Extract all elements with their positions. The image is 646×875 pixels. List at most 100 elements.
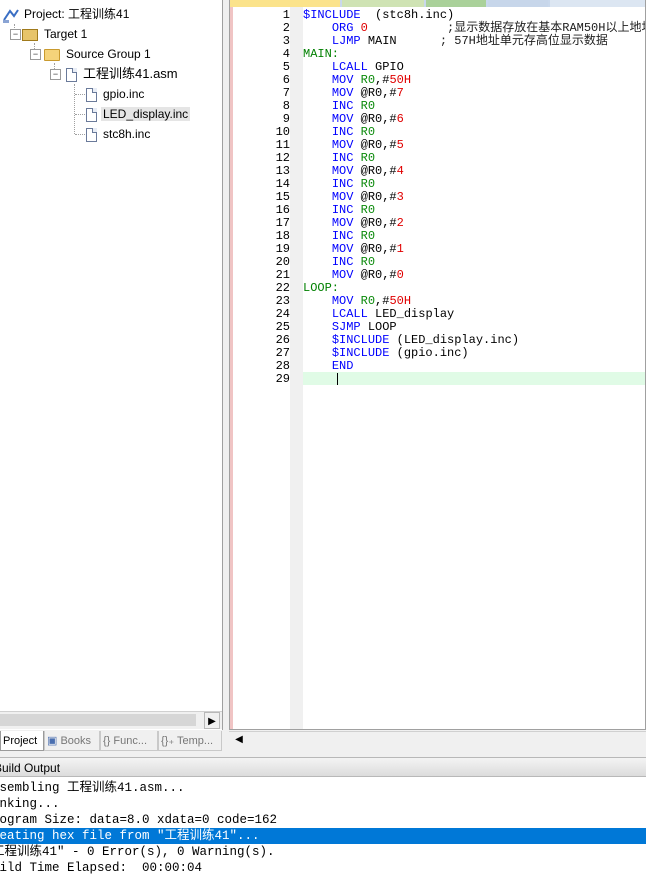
code-number: 7 [396,86,404,100]
code-keyword: MOV [331,164,354,178]
editor-tab[interactable] [342,0,424,7]
code-keyword: MOV [331,190,354,204]
code-keyword: SJMP [331,320,361,334]
editor-tab[interactable] [230,0,340,7]
code-text: (stc8h.inc) [360,8,455,22]
editor-tab[interactable] [426,0,486,7]
tab-project[interactable]: Project [0,731,44,751]
tree-file-node[interactable]: 工程训练41.asm [66,64,180,84]
editor-file-tabs [230,0,645,7]
tree-include-gpio[interactable]: gpio.inc [86,84,146,104]
tree-include-led-display[interactable]: LED_display.inc [86,104,191,124]
editor-tab[interactable] [488,0,548,7]
scrollbar-thumb[interactable] [0,714,196,726]
line-number: 5 [282,60,290,74]
tab-project-label: Project [3,735,38,747]
code-editor[interactable]: 1 2 3 4 5 6 7 8 9 10 11 12 13 14 15 16 17 18 19 20 21 22 23 24 2… [229,0,646,730]
code-text: @R0,# [353,86,397,100]
code-keyword: MOV [331,73,354,87]
tree-target-node[interactable]: Target 1 [22,24,89,44]
tree-project-node[interactable]: Project: 工程训练41 [2,4,131,24]
code-text: R0 [360,177,376,191]
code-comment: ;显示数据存放在基本RAM50H以上地址 [367,21,646,35]
collapse-file-toggle[interactable]: − [50,69,61,80]
build-output-line[interactable]: ssembling 工程训练41.asm... [0,780,185,796]
code-keyword: ORG [331,21,354,35]
code-keyword: $INCLUDE [303,8,361,22]
build-output-line[interactable]: uild Time Elapsed: 00:00:04 [0,860,202,875]
line-number: 2 [282,21,290,35]
code-text: @R0,# [353,164,397,178]
code-label: LOOP: [303,281,340,295]
code-text: @R0,# [353,138,397,152]
tab-functions-label: {} Func... [103,735,148,747]
code-keyword: MOV [331,242,354,256]
editor-horizontal-scrollbar[interactable]: ◀ [229,731,646,748]
code-text: LED_display [367,307,455,321]
project-icon [2,8,19,23]
tab-templates[interactable]: {}₊ Temp... [158,731,222,751]
code-text: MAIN [360,34,397,48]
scroll-left-arrow-icon[interactable]: ◀ [231,732,247,748]
code-text: R0 [360,229,376,243]
tree-include-stc8h[interactable]: stc8h.inc [86,124,152,144]
tree-line [75,114,85,115]
code-text: (LED_display.inc) [389,333,520,347]
include-label: LED_display.inc [101,107,191,121]
code-text: R0 [360,255,376,269]
collapse-target-toggle[interactable]: − [10,29,21,40]
build-output-line[interactable]: inking... [0,796,60,812]
line-number: 6 [282,73,290,87]
code-number: 3 [396,190,404,204]
project-horizontal-scrollbar[interactable]: ▶ [0,711,222,729]
code-number: 5 [396,138,404,152]
tab-books[interactable]: ▣ Books [44,731,100,751]
code-text: R0 [360,203,376,217]
code-keyword: INC [331,99,354,113]
code-line[interactable]: END [303,360,354,373]
code-keyword: INC [331,203,354,217]
tree-group-node[interactable]: Source Group 1 [44,44,153,64]
code-keyword: INC [331,229,354,243]
scroll-right-arrow-icon[interactable]: ▶ [204,712,220,729]
code-comment: ; 57H地址单元存高位显示数据 [396,34,608,48]
code-text: R0 [360,73,376,87]
code-keyword: MOV [331,294,354,308]
tab-functions[interactable]: {} Func... [100,731,158,751]
code-text: R0 [360,294,376,308]
tree-line [75,94,85,95]
build-output-line[interactable]: 工程训练41" - 0 Error(s), 0 Warning(s). [0,844,275,860]
target-label: Target 1 [44,27,88,41]
code-keyword: $INCLUDE [331,333,390,347]
code-keyword: INC [331,151,354,165]
include-label: stc8h.inc [103,127,151,141]
code-keyword: LJMP [331,34,361,48]
code-line[interactable]: LJMP MAIN ; 57H地址单元存高位显示数据 [303,35,608,48]
editor-tab[interactable] [550,0,645,7]
collapse-group-toggle[interactable]: − [30,49,41,60]
build-output-line[interactable]: reating hex file from "工程训练41"... [0,828,646,844]
tree-line [74,84,75,134]
build-output-line[interactable]: rogram Size: data=8.0 xdata=0 code=162 [0,812,277,828]
code-number: 4 [396,164,404,178]
text-caret [337,373,338,385]
file-icon [66,67,77,82]
code-text: @R0,# [353,268,397,282]
code-number: 0 [396,268,404,282]
file-label: 工程训练41.asm [83,66,178,81]
